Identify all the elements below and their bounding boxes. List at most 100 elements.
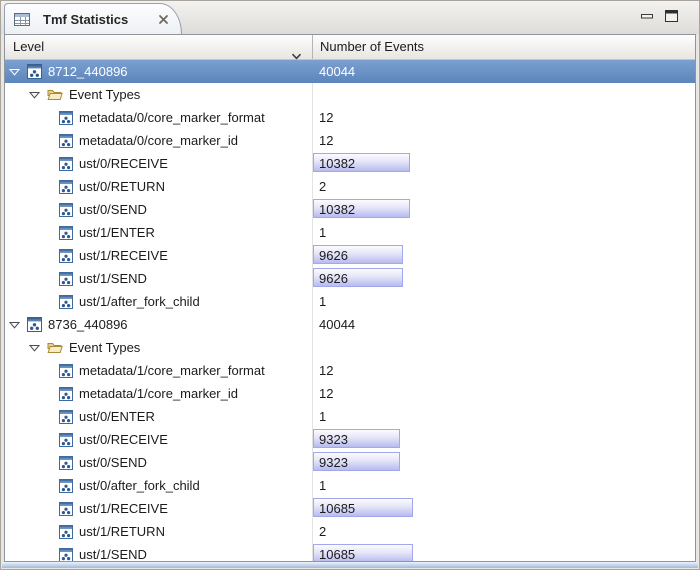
tree-row[interactable]: metadata/1/core_marker_format 12	[5, 359, 695, 382]
row-label: ust/0/ENTER	[79, 409, 155, 424]
row-value: 9323	[319, 428, 348, 451]
row-label: ust/1/SEND	[79, 547, 147, 562]
event-icon	[59, 180, 73, 194]
event-icon	[59, 249, 73, 263]
column-header-level[interactable]: Level	[5, 35, 312, 59]
row-label: metadata/1/core_marker_format	[79, 363, 265, 378]
expand-arrow-icon[interactable]	[9, 68, 20, 76]
event-icon	[59, 157, 73, 171]
folder-icon	[47, 88, 63, 101]
expand-arrow-icon[interactable]	[9, 321, 20, 329]
view-bottom-highlight	[2, 562, 698, 568]
event-icon	[59, 548, 73, 562]
event-icon	[59, 134, 73, 148]
event-icon	[59, 295, 73, 309]
row-label: Event Types	[69, 340, 140, 355]
row-value: 12	[319, 359, 333, 382]
view-window-controls	[640, 9, 679, 23]
minimize-button[interactable]	[640, 9, 655, 23]
tmf-statistics-view: Tmf Statistics Lev	[0, 0, 700, 570]
tree-row[interactable]: ust/0/RETURN 2	[5, 175, 695, 198]
row-value: 1	[319, 405, 326, 428]
column-label-number-of-events: Number of Events	[320, 39, 424, 54]
trace-icon	[27, 317, 42, 332]
tree-row[interactable]: ust/0/ENTER 1	[5, 405, 695, 428]
tree-row[interactable]: ust/1/RECEIVE9626	[5, 244, 695, 267]
row-value: 1	[319, 290, 326, 313]
row-label: ust/1/SEND	[79, 271, 147, 286]
row-value: 1	[319, 221, 326, 244]
tree-row[interactable]: 8736_440896 40044	[5, 313, 695, 336]
row-value: 10685	[319, 497, 355, 520]
tree-row[interactable]: metadata/0/core_marker_format 12	[5, 106, 695, 129]
expand-arrow-icon[interactable]	[29, 344, 40, 352]
tree-row[interactable]: metadata/1/core_marker_id 12	[5, 382, 695, 405]
row-value: 2	[319, 520, 326, 543]
tree-rows: 8712_440896 40044 Event Types metadata/0/co…	[5, 60, 695, 561]
row-label: ust/1/RECEIVE	[79, 501, 168, 516]
row-value: 10685	[319, 543, 355, 562]
tree-row[interactable]: ust/0/RECEIVE10382	[5, 152, 695, 175]
row-label: ust/0/RETURN	[79, 179, 165, 194]
close-icon[interactable]	[158, 14, 169, 25]
row-label: ust/1/RECEIVE	[79, 248, 168, 263]
tree-row[interactable]: ust/1/RECEIVE 10685	[5, 497, 695, 520]
event-icon	[59, 272, 73, 286]
row-label: ust/1/after_fork_child	[79, 294, 200, 309]
tree-row[interactable]: ust/1/RETURN 2	[5, 520, 695, 543]
tree-row[interactable]: ust/1/SEND 9626	[5, 267, 695, 290]
row-value: 1	[319, 474, 326, 497]
event-icon	[59, 410, 73, 424]
tree-row[interactable]: 8712_440896 40044	[5, 60, 695, 83]
row-value: 12	[319, 382, 333, 405]
row-label: ust/0/SEND	[79, 202, 147, 217]
row-value: 2	[319, 175, 326, 198]
column-label-level: Level	[13, 39, 44, 54]
row-label: 8712_440896	[48, 64, 128, 79]
tree-row[interactable]: ust/0/RECEIVE 9323	[5, 428, 695, 451]
event-icon	[59, 456, 73, 470]
row-value: 9626	[319, 267, 348, 290]
row-value: 9323	[319, 451, 348, 474]
event-icon	[59, 502, 73, 516]
row-value: 40044	[319, 60, 355, 83]
tree-row[interactable]: Event Types	[5, 83, 695, 106]
table-header: Level Number of Events	[5, 35, 695, 60]
row-value: 10382	[319, 198, 355, 221]
tree-row[interactable]: metadata/0/core_marker_id12	[5, 129, 695, 152]
row-label: ust/0/SEND	[79, 455, 147, 470]
column-divider[interactable]	[312, 35, 313, 59]
tree-row[interactable]: ust/0/after_fork_child 1	[5, 474, 695, 497]
row-label: metadata/0/core_marker_format	[79, 110, 265, 125]
maximize-button[interactable]	[664, 9, 679, 23]
row-label: metadata/1/core_marker_id	[79, 386, 238, 401]
column-header-number-of-events[interactable]: Number of Events	[320, 35, 424, 59]
row-value: 12	[319, 106, 333, 129]
statistics-table: Level Number of Events 8712_440896 40044 E…	[4, 34, 696, 562]
trace-icon	[27, 64, 42, 79]
row-label: ust/0/RECEIVE	[79, 156, 168, 171]
event-icon	[59, 203, 73, 217]
tree-row[interactable]: ust/0/SEND 10382	[5, 198, 695, 221]
expand-arrow-icon[interactable]	[29, 91, 40, 99]
event-icon	[59, 479, 73, 493]
event-icon	[59, 226, 73, 240]
tree-row[interactable]: ust/1/after_fork_child 1	[5, 290, 695, 313]
event-icon	[59, 433, 73, 447]
row-label: ust/0/RECEIVE	[79, 432, 168, 447]
event-icon	[59, 111, 73, 125]
tab-tmf-statistics[interactable]: Tmf Statistics	[4, 3, 182, 34]
folder-icon	[47, 341, 63, 354]
tree-row[interactable]: ust/1/ENTER 1	[5, 221, 695, 244]
tree-row[interactable]: ust/1/SEND 10685	[5, 543, 695, 562]
row-label: ust/1/RETURN	[79, 524, 165, 539]
tree-row[interactable]: ust/0/SEND 9323	[5, 451, 695, 474]
event-icon	[59, 364, 73, 378]
row-label: ust/1/ENTER	[79, 225, 155, 240]
row-label: 8736_440896	[48, 317, 128, 332]
row-label: Event Types	[69, 87, 140, 102]
row-value: 40044	[319, 313, 355, 336]
tree-row[interactable]: Event Types	[5, 336, 695, 359]
event-icon	[59, 387, 73, 401]
row-label: ust/0/after_fork_child	[79, 478, 200, 493]
